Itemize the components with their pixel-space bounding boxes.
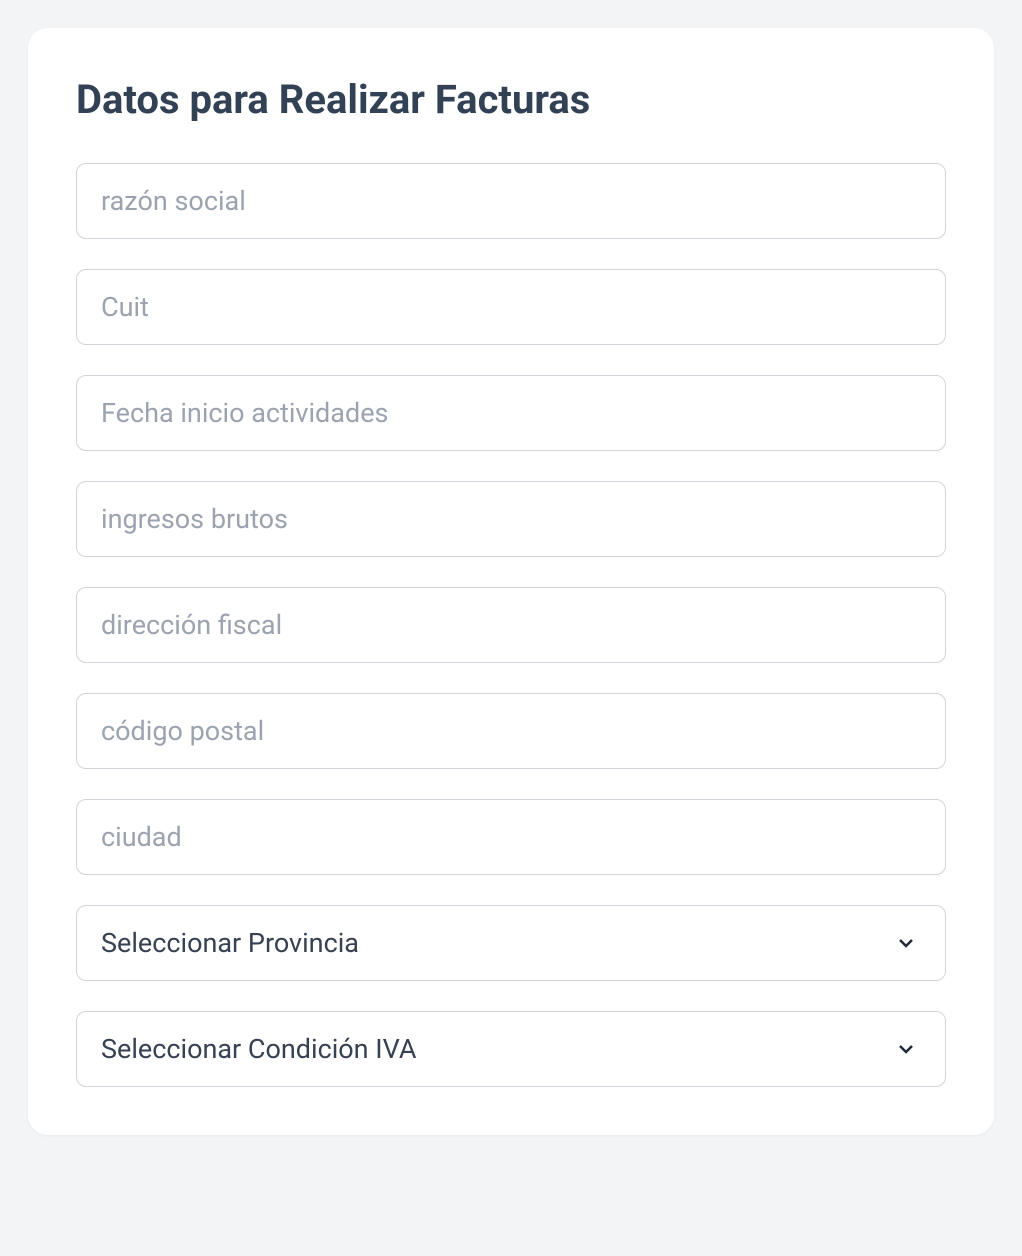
form-group-codigo-postal [76,693,946,769]
form-group-ingresos-brutos [76,481,946,557]
page-title: Datos para Realizar Facturas [76,76,946,123]
fecha-inicio-input[interactable] [76,375,946,451]
ciudad-input[interactable] [76,799,946,875]
form-group-cuit [76,269,946,345]
form-group-provincia: Seleccionar Provincia [76,905,946,981]
form-group-ciudad [76,799,946,875]
form-group-condicion-iva: Seleccionar Condición IVA [76,1011,946,1087]
form-group-razon-social [76,163,946,239]
codigo-postal-input[interactable] [76,693,946,769]
razon-social-input[interactable] [76,163,946,239]
ingresos-brutos-input[interactable] [76,481,946,557]
cuit-input[interactable] [76,269,946,345]
form-group-fecha-inicio [76,375,946,451]
invoice-form-card: Datos para Realizar Facturas Seleccionar… [28,28,994,1135]
condicion-iva-select[interactable]: Seleccionar Condición IVA [76,1011,946,1087]
provincia-select[interactable]: Seleccionar Provincia [76,905,946,981]
form-group-direccion-fiscal [76,587,946,663]
direccion-fiscal-input[interactable] [76,587,946,663]
